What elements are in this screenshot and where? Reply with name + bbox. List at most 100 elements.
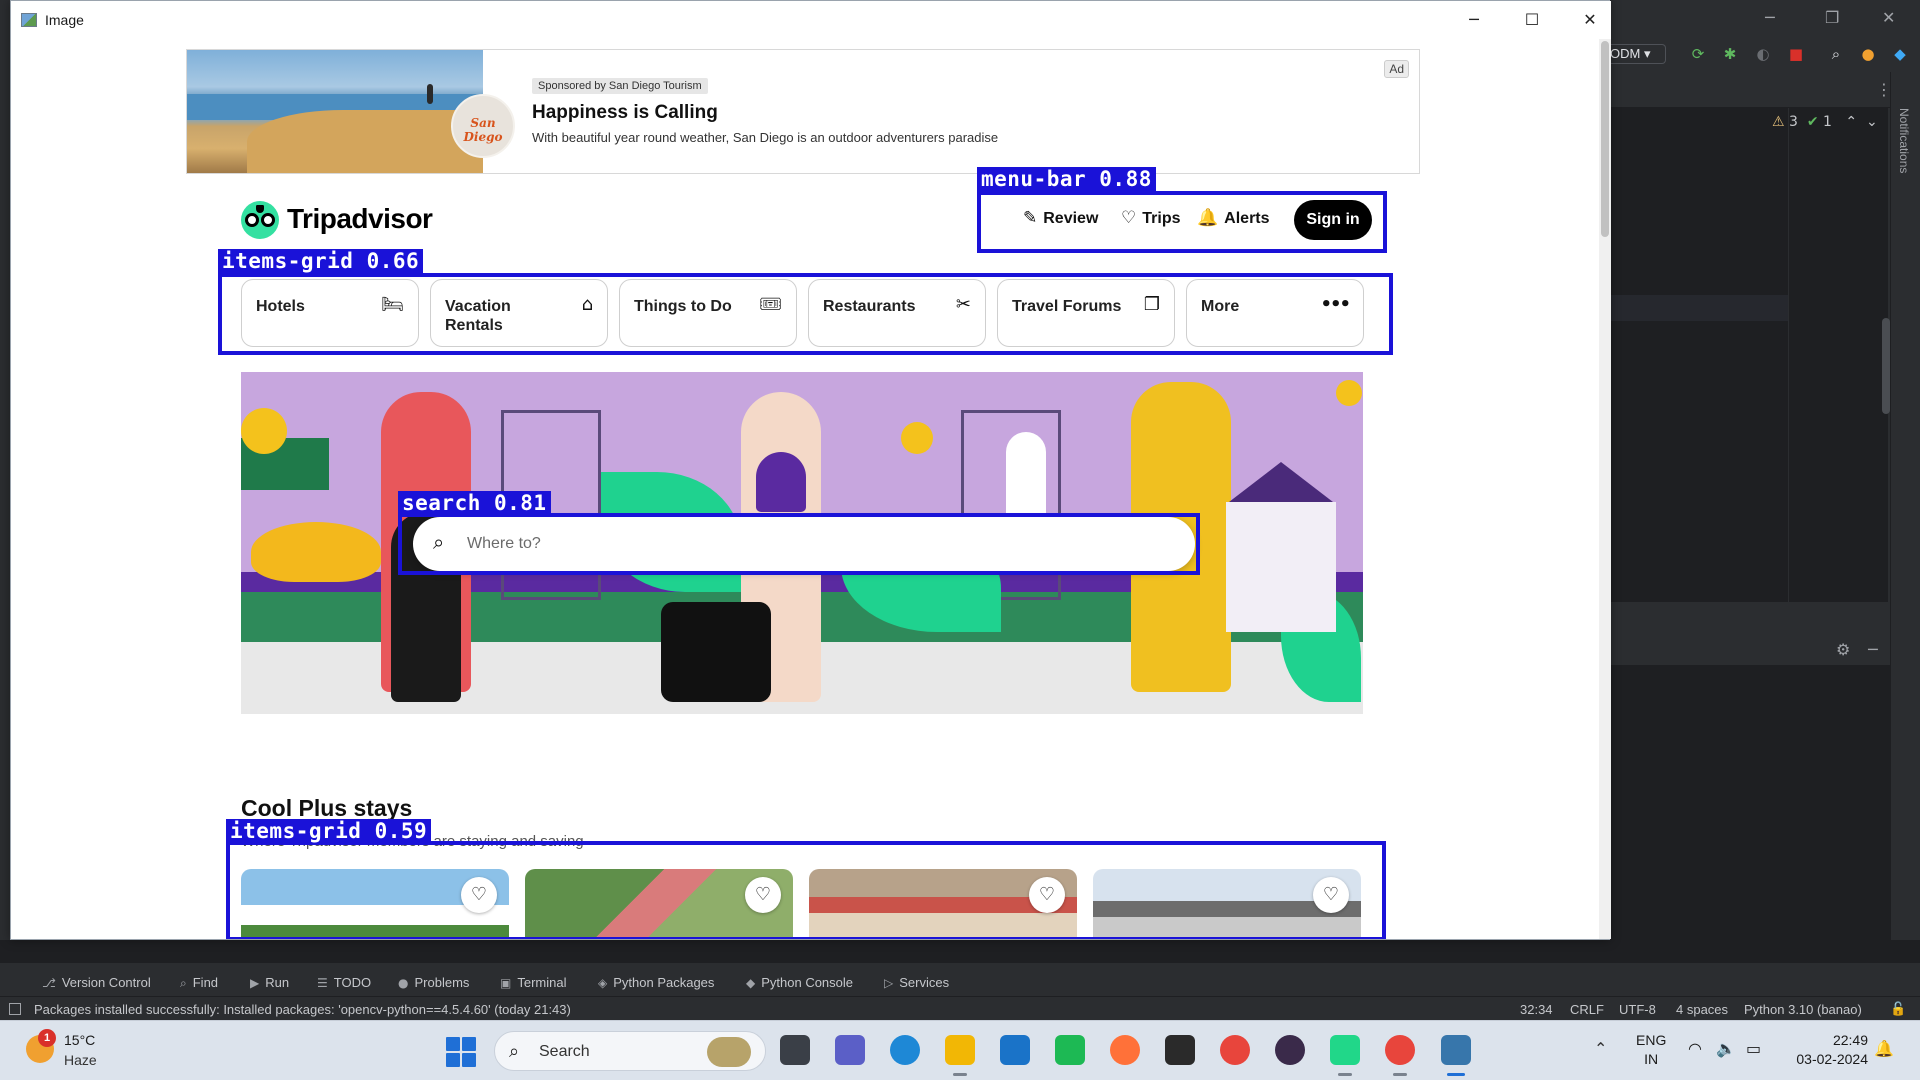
battery-icon[interactable]: ▭ (1746, 1039, 1761, 1058)
pycharm-taskbar-icon[interactable] (1330, 1035, 1360, 1065)
editor-scrollbar[interactable] (1882, 318, 1890, 414)
tool-tab-problems[interactable]: ● Problems (398, 975, 469, 990)
taskbar-search[interactable]: ⌕ Search (494, 1031, 766, 1071)
update-icon[interactable]: ● (1858, 44, 1878, 64)
ide-editor[interactable] (1610, 108, 1788, 602)
epic-app-taskbar-icon[interactable] (1165, 1035, 1195, 1065)
ide-minimize-icon[interactable]: ─ (1765, 8, 1775, 27)
wifi-icon[interactable]: ◠ (1688, 1039, 1702, 1058)
notification-bell-icon[interactable]: 🔔 (1874, 1039, 1894, 1058)
tool-tab-python-console[interactable]: ◆ Python Console (746, 975, 853, 990)
ad-headline[interactable]: Happiness is Calling (532, 102, 718, 124)
rerun-icon[interactable]: ⟳ (1688, 44, 1708, 64)
tool-tab-terminal[interactable]: ▣ Terminal (500, 975, 566, 990)
window-scrollbar[interactable] (1599, 39, 1611, 939)
window-titlebar[interactable]: Image ─ ☐ ✕ (11, 1, 1611, 39)
run-config-select[interactable]: ODM ▾ (1606, 44, 1666, 64)
window-title: Image (45, 12, 84, 28)
ide-left-toolbar (0, 72, 10, 962)
scrollbar-thumb[interactable] (1601, 41, 1609, 237)
window-maximize-icon[interactable]: ☐ (1509, 7, 1555, 33)
volume-icon[interactable]: 🔈 (1716, 1039, 1736, 1058)
spotify-taskbar-icon[interactable] (1055, 1035, 1085, 1065)
indent-setting[interactable]: 4 spaces (1676, 1002, 1728, 1017)
status-toggle-icon[interactable] (9, 1003, 21, 1015)
tray-overflow-icon[interactable]: ⌃ (1594, 1039, 1607, 1058)
plugin-icon[interactable]: ◆ (1890, 44, 1910, 64)
chrome-profile-taskbar-icon[interactable] (1385, 1035, 1415, 1065)
search-icon: ⌕ (509, 1041, 520, 1062)
ide-bottom-gap (0, 940, 1920, 962)
notifications-tab[interactable]: Notifications (1897, 108, 1911, 173)
ide-right-toolbar (1890, 72, 1920, 972)
tripadvisor-logo[interactable]: Tripadvisor (241, 199, 441, 243)
detection-label: items-grid 0.59 (226, 819, 432, 843)
taskbar-search-label: Search (539, 1043, 590, 1060)
status-message[interactable]: Packages installed successfully: Install… (34, 1002, 571, 1017)
mail-taskbar-icon[interactable] (1000, 1035, 1030, 1065)
running-indicator (1338, 1073, 1352, 1076)
window-close-icon[interactable]: ✕ (1567, 7, 1613, 33)
section-title: Cool Plus stays (241, 795, 413, 821)
sponsored-ad[interactable]: San Diego Sponsored by San Diego Tourism… (186, 49, 1420, 174)
file-explorer-taskbar-icon[interactable] (945, 1035, 975, 1065)
coverage-icon[interactable]: ◐ (1753, 44, 1773, 64)
search-highlight-image (707, 1037, 751, 1067)
search-everywhere-icon[interactable]: ⌕ (1826, 44, 1846, 64)
line-ending[interactable]: CRLF (1570, 1002, 1604, 1017)
ok-count: 1 (1823, 114, 1832, 130)
tool-tab-run[interactable]: ▶ Run (250, 975, 289, 990)
run-panel (1610, 632, 1890, 962)
lock-icon[interactable]: 🔓 (1890, 1002, 1906, 1017)
firefox-taskbar-icon[interactable] (1110, 1035, 1140, 1065)
detection-label: search 0.81 (398, 491, 551, 515)
check-icon: ✔ (1806, 114, 1819, 130)
chevron-up-icon[interactable]: ⌃ (1845, 114, 1857, 130)
start-button[interactable] (446, 1037, 476, 1067)
python-image-taskbar-icon[interactable] (1441, 1035, 1471, 1065)
window-minimize-icon[interactable]: ─ (1451, 7, 1497, 33)
running-indicator (1447, 1073, 1465, 1076)
media-app-taskbar-icon[interactable] (1275, 1035, 1305, 1065)
ide-status-bar: Packages installed successfully: Install… (0, 996, 1920, 1020)
teams-taskbar-icon[interactable] (835, 1035, 865, 1065)
inspection-widget[interactable]: ⚠ 3 ✔ 1 ⌃ ⌄ (1772, 114, 1878, 130)
clock[interactable]: 22:49 03-02-2024 (1788, 1031, 1868, 1069)
hide-panel-icon[interactable]: ─ (1868, 640, 1878, 659)
tool-tab-find[interactable]: ⌕ Find (180, 975, 218, 991)
weather-badge: 1 (38, 1029, 56, 1047)
tool-tab-todo[interactable]: ☰ TODO (317, 975, 371, 990)
edge-taskbar-icon[interactable] (890, 1035, 920, 1065)
caret-position[interactable]: 32:34 (1520, 1002, 1553, 1017)
ide-editor-tabs (1610, 72, 1920, 108)
tool-tab-version-control[interactable]: ⎇ Version Control (42, 975, 151, 990)
taskbar: 1 15°C Haze ⌕ Search ⌃ ENG IN ◠ 🔈 ▭ 22:49… (0, 1020, 1920, 1080)
image-canvas: San Diego Sponsored by San Diego Tourism… (11, 39, 1611, 939)
tool-tab-python-packages[interactable]: ◈ Python Packages (598, 975, 714, 990)
task-view-taskbar-icon[interactable] (780, 1035, 810, 1065)
editor-gutter (1788, 108, 1888, 602)
weather-temp[interactable]: 15°C (64, 1032, 95, 1048)
file-encoding[interactable]: UTF-8 (1619, 1002, 1656, 1017)
image-app-icon (21, 13, 37, 27)
detection-label: items-grid 0.66 (218, 249, 424, 273)
detection-label: menu-bar 0.88 (977, 167, 1156, 191)
tool-tab-services[interactable]: ▷ Services (884, 975, 949, 990)
settings-gear-icon[interactable]: ⚙ (1836, 640, 1850, 659)
weather-desc[interactable]: Haze (64, 1052, 97, 1068)
stop-icon[interactable]: ■ (1786, 44, 1806, 64)
ad-sponsor-tag: Sponsored by San Diego Tourism (532, 78, 708, 94)
ad-body: With beautiful year round weather, San D… (532, 130, 999, 145)
detection-box-items-grid (226, 841, 1386, 939)
ide-restore-icon[interactable]: ❐ (1825, 8, 1839, 27)
detection-box-menu-bar (977, 191, 1387, 253)
chrome-taskbar-icon[interactable] (1220, 1035, 1250, 1065)
python-interpreter[interactable]: Python 3.10 (banao) (1744, 1002, 1862, 1017)
ad-badge[interactable]: Ad (1384, 60, 1409, 78)
warning-icon: ⚠ (1772, 114, 1785, 130)
debug-icon[interactable]: ✱ (1720, 44, 1740, 64)
chevron-down-icon[interactable]: ⌄ (1866, 114, 1878, 130)
brand-name: Tripadvisor (287, 203, 433, 234)
ide-close-icon[interactable]: ✕ (1882, 8, 1895, 27)
input-language[interactable]: ENG IN (1636, 1031, 1666, 1069)
